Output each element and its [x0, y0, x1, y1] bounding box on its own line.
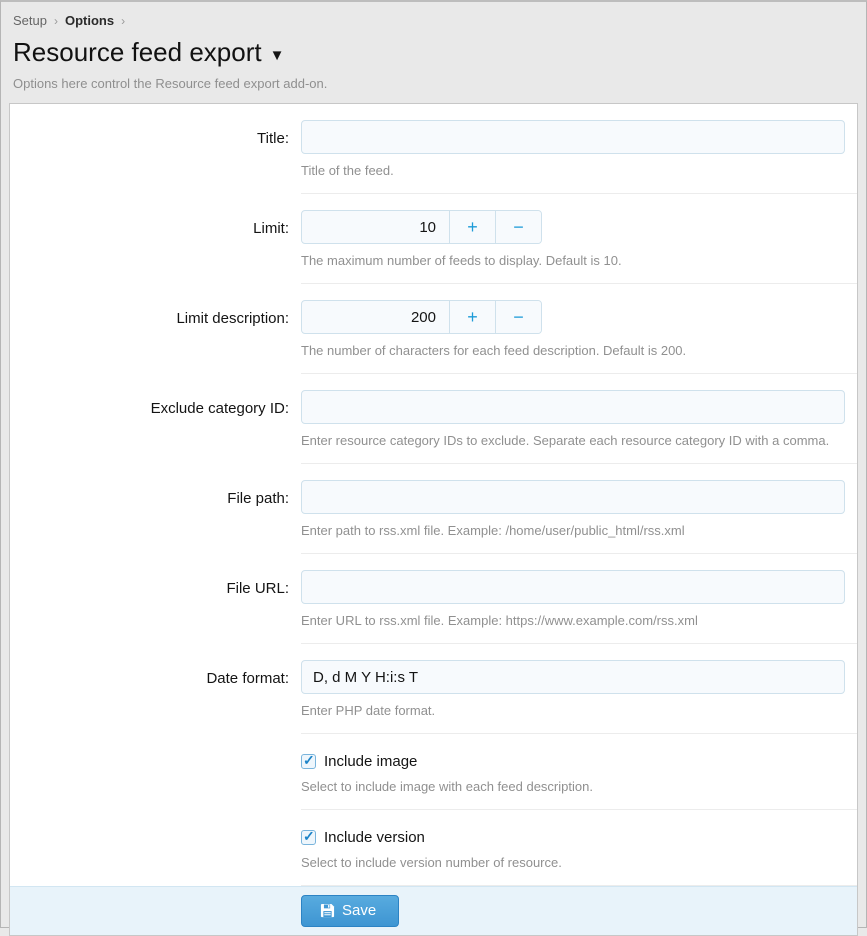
form-row-include-image: Include image Select to include image wi… [10, 734, 857, 810]
form-row-file-url: File URL: Enter URL to rss.xml file. Exa… [10, 554, 857, 644]
checkbox-checked-icon[interactable] [301, 830, 316, 845]
increment-button[interactable]: + [449, 211, 495, 243]
field-hint: Enter PHP date format. [301, 703, 845, 718]
limit-input[interactable] [302, 211, 449, 243]
field-label: Limit: [10, 194, 301, 284]
breadcrumb-separator-icon: › [121, 14, 125, 28]
decrement-button[interactable]: − [495, 301, 541, 333]
field-hint: Select to include version number of reso… [301, 855, 845, 870]
form-row-file-path: File path: Enter path to rss.xml file. E… [10, 464, 857, 554]
checkbox-label: Include image [324, 753, 417, 770]
limit-description-stepper: + − [301, 300, 542, 334]
exclude-category-id-input[interactable] [301, 390, 845, 424]
page-title: Resource feed export [13, 37, 262, 68]
include-version-checkbox[interactable]: Include version [301, 826, 845, 846]
form-row-date-format: Date format: Enter PHP date format. [10, 644, 857, 734]
limit-stepper: + − [301, 210, 542, 244]
field-hint: The maximum number of feeds to display. … [301, 253, 845, 268]
breadcrumb-options[interactable]: Options [65, 13, 114, 28]
field-hint: Enter URL to rss.xml file. Example: http… [301, 613, 845, 628]
increment-button[interactable]: + [449, 301, 495, 333]
form-row-include-version: Include version Select to include versio… [10, 810, 857, 886]
field-hint: Select to include image with each feed d… [301, 779, 845, 794]
form-row-limit-description: Limit description: + − The number of cha… [10, 284, 857, 374]
file-path-input[interactable] [301, 480, 845, 514]
save-button[interactable]: Save [301, 895, 399, 927]
form-row-title: Title: Title of the feed. [10, 104, 857, 194]
limit-description-input[interactable] [302, 301, 449, 333]
field-hint: The number of characters for each feed d… [301, 343, 845, 358]
breadcrumb-setup[interactable]: Setup [13, 13, 47, 28]
field-label: File URL: [10, 554, 301, 644]
field-hint: Title of the feed. [301, 163, 845, 178]
include-image-checkbox[interactable]: Include image [301, 750, 845, 770]
field-hint: Enter resource category IDs to exclude. … [301, 433, 845, 448]
page-header: Setup › Options › Resource feed export ▼… [1, 2, 866, 103]
save-button-label: Save [342, 902, 376, 919]
checkbox-checked-icon[interactable] [301, 754, 316, 769]
page-description: Options here control the Resource feed e… [13, 76, 854, 91]
chevron-down-icon: ▼ [270, 41, 285, 64]
decrement-button[interactable]: − [495, 211, 541, 243]
form-row-exclude-category-id: Exclude category ID: Enter resource cate… [10, 374, 857, 464]
checkbox-label: Include version [324, 829, 425, 846]
title-input[interactable] [301, 120, 845, 154]
field-label: Exclude category ID: [10, 374, 301, 464]
file-url-input[interactable] [301, 570, 845, 604]
field-label: File path: [10, 464, 301, 554]
page-title-dropdown[interactable]: Resource feed export ▼ [13, 37, 854, 68]
date-format-input[interactable] [301, 660, 845, 694]
field-label: Limit description: [10, 284, 301, 374]
breadcrumb-separator-icon: › [54, 14, 58, 28]
breadcrumb: Setup › Options › [13, 13, 854, 28]
field-label: Title: [10, 104, 301, 194]
form-row-limit: Limit: + − The maximum number of feeds t… [10, 194, 857, 284]
field-hint: Enter path to rss.xml file. Example: /ho… [301, 523, 845, 538]
options-panel: Title: Title of the feed. Limit: + − The… [9, 103, 858, 936]
field-label: Date format: [10, 644, 301, 734]
save-floppy-icon [320, 903, 335, 918]
